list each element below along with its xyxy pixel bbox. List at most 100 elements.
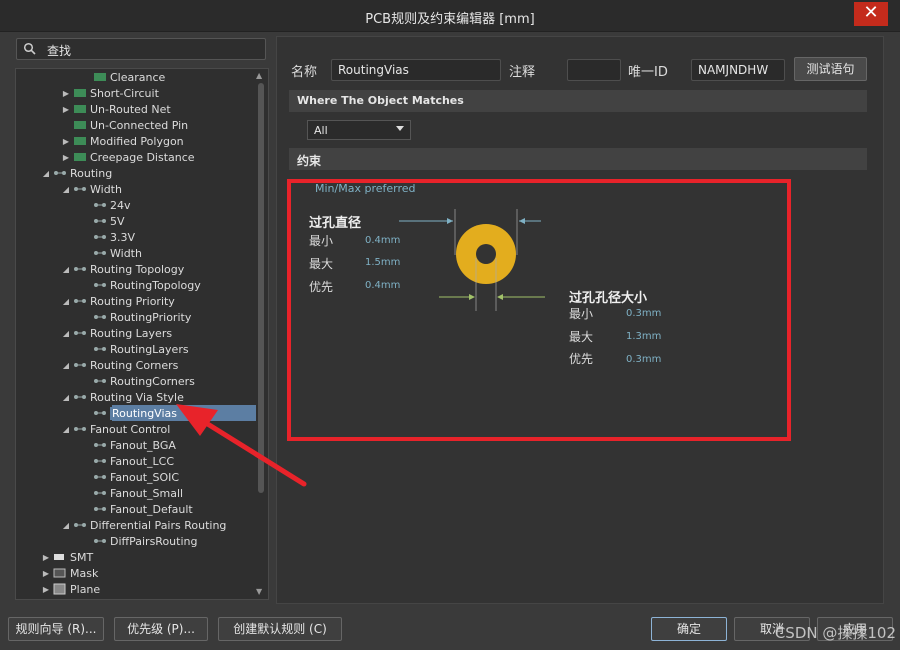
chevron-down-icon[interactable]: ◢ xyxy=(60,361,72,370)
tree-item-routingtopology[interactable]: RoutingTopology xyxy=(92,277,201,293)
search-text: 查找 xyxy=(47,44,72,58)
tree-item-fanout-lcc[interactable]: Fanout_LCC xyxy=(92,453,174,469)
tree-item-un-connected-pin[interactable]: Un-Connected Pin xyxy=(72,117,188,133)
smt-icon xyxy=(52,551,68,563)
chevron-down-icon[interactable]: ◢ xyxy=(60,297,72,306)
rule-type-icon xyxy=(72,391,88,403)
name-field[interactable]: RoutingVias xyxy=(331,59,501,81)
tree-item-routinglayers[interactable]: RoutingLayers xyxy=(92,341,189,357)
arrow-head xyxy=(176,404,218,436)
rule-icon xyxy=(72,87,88,99)
tree-item-width-rule[interactable]: Width xyxy=(92,245,142,261)
rule-icon xyxy=(92,343,108,355)
rule-type-icon xyxy=(72,519,88,531)
rule-icon xyxy=(92,487,108,499)
rule-icon xyxy=(92,199,108,211)
rule-wizard-button[interactable]: 规则向导 (R)... xyxy=(8,617,104,641)
comment-label: 注释 xyxy=(509,65,536,80)
tree-item-fanout-control[interactable]: ◢ Fanout Control xyxy=(60,421,170,437)
tree-item-routingcorners[interactable]: RoutingCorners xyxy=(92,373,195,389)
rule-type-icon xyxy=(72,295,88,307)
chevron-down-icon[interactable]: ◢ xyxy=(40,169,52,178)
rule-icon xyxy=(92,247,108,259)
rule-type-icon xyxy=(72,327,88,339)
rule-icon xyxy=(92,311,108,323)
tree-item-routing-topology[interactable]: ◢ Routing Topology xyxy=(60,261,184,277)
ok-button[interactable]: 确定 xyxy=(651,617,727,641)
unique-id-field[interactable]: NAMJNDHW xyxy=(691,59,785,81)
tree-item-differential-pairs-routing[interactable]: ◢ Differential Pairs Routing xyxy=(60,517,227,533)
rule-type-icon xyxy=(72,263,88,275)
watermark: CSDN @揉揉102 xyxy=(774,624,896,642)
chevron-right-icon[interactable]: ▶ xyxy=(60,105,72,114)
tree-item-fanout-default[interactable]: Fanout_Default xyxy=(92,501,193,517)
scroll-up-arrow-icon[interactable]: ▲ xyxy=(256,71,266,81)
chevron-right-icon[interactable]: ▶ xyxy=(60,153,72,162)
routing-category-icon xyxy=(52,167,68,179)
unique-id-label: 唯一ID xyxy=(628,65,668,80)
rule-icon xyxy=(92,471,108,483)
tree-item-un-routed-net[interactable]: ▶ Un-Routed Net xyxy=(60,101,171,117)
chevron-down-icon[interactable]: ◢ xyxy=(60,425,72,434)
chevron-down-icon[interactable]: ◢ xyxy=(60,185,72,194)
tree-item-width[interactable]: ◢ Width xyxy=(60,181,122,197)
chevron-right-icon[interactable]: ▶ xyxy=(60,137,72,146)
priorities-button[interactable]: 优先级 (P)... xyxy=(114,617,208,641)
tree-item-fanout-soic[interactable]: Fanout_SOIC xyxy=(92,469,179,485)
rule-type-icon xyxy=(72,183,88,195)
chevron-down-icon[interactable]: ◢ xyxy=(60,521,72,530)
rule-icon xyxy=(92,375,108,387)
tree-item-creepage-distance[interactable]: ▶ Creepage Distance xyxy=(60,149,195,165)
tree-item-plane[interactable]: ▶ Plane xyxy=(40,581,100,597)
rule-icon xyxy=(92,439,108,451)
scroll-down-arrow-icon[interactable]: ▼ xyxy=(256,587,266,597)
chevron-right-icon[interactable]: ▶ xyxy=(40,553,52,562)
comment-field[interactable] xyxy=(567,59,621,81)
annotation-red-box xyxy=(287,179,791,441)
tree-item-routing[interactable]: ◢ Routing xyxy=(40,165,112,181)
rule-icon xyxy=(92,535,108,547)
chevron-down-icon[interactable]: ◢ xyxy=(60,329,72,338)
tree-item-routing-layers[interactable]: ◢ Routing Layers xyxy=(60,325,172,341)
plane-icon xyxy=(52,583,68,595)
tree-item-3v3[interactable]: 3.3V xyxy=(92,229,135,245)
tree-item-clearance[interactable]: Clearance xyxy=(92,69,165,85)
chevron-right-icon[interactable]: ▶ xyxy=(40,569,52,578)
close-button[interactable]: ✕ xyxy=(854,2,888,26)
scope-dropdown[interactable]: All xyxy=(307,120,411,140)
test-query-button[interactable]: 测试语句 xyxy=(794,57,867,81)
tree-item-diffpairsrouting[interactable]: DiffPairsRouting xyxy=(92,533,197,549)
tree-item-5v[interactable]: 5V xyxy=(92,213,125,229)
tree-item-routing-via-style[interactable]: ◢ Routing Via Style xyxy=(60,389,184,405)
tree-item-modified-polygon[interactable]: ▶ Modified Polygon xyxy=(60,133,184,149)
rules-tree[interactable]: Clearance ▶ Short-Circuit ▶ Un-Routed Net … xyxy=(15,68,269,600)
mask-icon xyxy=(52,567,68,579)
search-input[interactable]: 查找 xyxy=(16,38,266,60)
tree-item-routingvias[interactable]: RoutingVias xyxy=(92,405,179,421)
rule-icon xyxy=(92,503,108,515)
create-default-rules-button[interactable]: 创建默认规则 (C) xyxy=(218,617,342,641)
tree-item-fanout-bga[interactable]: Fanout_BGA xyxy=(92,437,176,453)
rule-icon xyxy=(92,231,108,243)
name-label: 名称 xyxy=(291,65,318,80)
tree-item-routing-corners[interactable]: ◢ Routing Corners xyxy=(60,357,178,373)
chevron-down-icon xyxy=(396,126,404,131)
chevron-right-icon[interactable]: ▶ xyxy=(40,585,52,594)
rule-icon xyxy=(72,135,88,147)
chevron-down-icon[interactable]: ◢ xyxy=(60,265,72,274)
rule-type-icon xyxy=(72,423,88,435)
chevron-right-icon[interactable]: ▶ xyxy=(60,89,72,98)
tree-item-routing-priority[interactable]: ◢ Routing Priority xyxy=(60,293,175,309)
tree-item-mask[interactable]: ▶ Mask xyxy=(40,565,98,581)
rule-icon xyxy=(72,151,88,163)
tree-item-24v[interactable]: 24v xyxy=(92,197,131,213)
rule-icon xyxy=(92,407,108,419)
rule-icon xyxy=(92,215,108,227)
tree-item-smt[interactable]: ▶ SMT xyxy=(40,549,93,565)
tree-item-routingpriority[interactable]: RoutingPriority xyxy=(92,309,191,325)
title-bar: PCB规则及约束编辑器 [mm] ✕ xyxy=(0,0,900,32)
chevron-down-icon[interactable]: ◢ xyxy=(60,393,72,402)
rule-icon xyxy=(92,279,108,291)
rule-icon xyxy=(92,455,108,467)
tree-item-short-circuit[interactable]: ▶ Short-Circuit xyxy=(60,85,159,101)
